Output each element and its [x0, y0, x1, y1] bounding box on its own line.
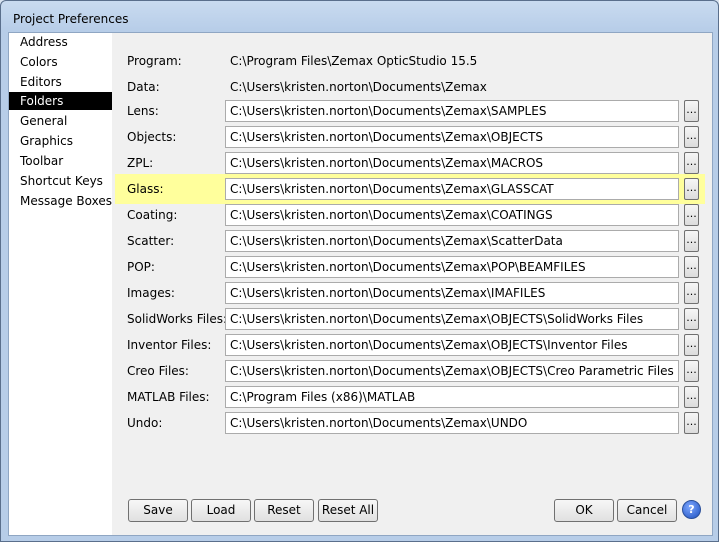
cancel-button[interactable]: Cancel — [617, 499, 677, 522]
creo-files-browse-button[interactable]: ... — [684, 360, 699, 382]
objects-browse-button[interactable]: ... — [684, 126, 699, 148]
zpl-path-field[interactable]: C:\Users\kristen.norton\Documents\Zemax\… — [225, 152, 679, 174]
data-row: Data: C:\Users\kristen.norton\Documents\… — [112, 76, 712, 98]
data-label: Data: — [127, 80, 160, 94]
pop-label: POP: — [127, 260, 155, 274]
help-icon[interactable]: ? — [682, 500, 701, 519]
scatter-row: Scatter: C:\Users\kristen.norton\Document… — [112, 230, 712, 252]
save-button[interactable]: Save — [128, 499, 188, 522]
solidworks-files-row: SolidWorks Files: C:\Users\kristen.norton… — [112, 308, 712, 330]
pop-row: POP: C:\Users\kristen.norton\Documents\Ze… — [112, 256, 712, 278]
glass-label: Glass: — [127, 182, 164, 196]
lens-row: Lens: C:\Users\kristen.norton\Documents\Z… — [112, 100, 712, 122]
images-browse-button[interactable]: ... — [684, 282, 699, 304]
reset-button[interactable]: Reset — [254, 499, 314, 522]
window-title: Project Preferences — [13, 12, 129, 26]
sidebar-item-editors[interactable]: Editors — [9, 73, 112, 91]
undo-path-field[interactable]: C:\Users\kristen.norton\Documents\Zemax\… — [225, 412, 679, 434]
lens-browse-button[interactable]: ... — [684, 100, 699, 122]
program-row: Program: C:\Program Files\Zemax OpticStu… — [112, 50, 712, 72]
dialog-client: Address Colors Editors Folders General G… — [8, 32, 713, 536]
creo-files-label: Creo Files: — [127, 364, 189, 378]
objects-label: Objects: — [127, 130, 177, 144]
sidebar-item-colors[interactable]: Colors — [9, 53, 112, 71]
objects-row: Objects: C:\Users\kristen.norton\Document… — [112, 126, 712, 148]
solidworks-files-label: SolidWorks Files: — [127, 312, 228, 326]
coating-browse-button[interactable]: ... — [684, 204, 699, 226]
creo-files-row: Creo Files: C:\Users\kristen.norton\Docum… — [112, 360, 712, 382]
preferences-window: Project Preferences Address Colors Edito… — [0, 0, 719, 542]
coating-label: Coating: — [127, 208, 178, 222]
objects-path-field[interactable]: C:\Users\kristen.norton\Documents\Zemax\… — [225, 126, 679, 148]
images-path-field[interactable]: C:\Users\kristen.norton\Documents\Zemax\… — [225, 282, 679, 304]
scatter-path-field[interactable]: C:\Users\kristen.norton\Documents\Zemax\… — [225, 230, 679, 252]
creo-files-path-field[interactable]: C:\Users\kristen.norton\Documents\Zemax\… — [225, 360, 679, 382]
coating-row: Coating: C:\Users\kristen.norton\Document… — [112, 204, 712, 226]
data-path: C:\Users\kristen.norton\Documents\Zemax — [230, 80, 487, 94]
zpl-row: ZPL: C:\Users\kristen.norton\Documents\Ze… — [112, 152, 712, 174]
inventor-files-path-field[interactable]: C:\Users\kristen.norton\Documents\Zemax\… — [225, 334, 679, 356]
sidebar-item-toolbar[interactable]: Toolbar — [9, 152, 112, 170]
undo-label: Undo: — [127, 416, 163, 430]
glass-path-field[interactable]: C:\Users\kristen.norton\Documents\Zemax\… — [225, 178, 679, 200]
program-label: Program: — [127, 54, 182, 68]
sidebar-item-address[interactable]: Address — [9, 33, 112, 51]
inventor-files-row: Inventor Files: C:\Users\kristen.norton\D… — [112, 334, 712, 356]
glass-browse-button[interactable]: ... — [684, 178, 699, 200]
images-row: Images: C:\Users\kristen.norton\Documents… — [112, 282, 712, 304]
load-button[interactable]: Load — [191, 499, 251, 522]
pop-browse-button[interactable]: ... — [684, 256, 699, 278]
program-path: C:\Program Files\Zemax OpticStudio 15.5 — [230, 54, 478, 68]
sidebar-item-message-boxes[interactable]: Message Boxes — [9, 192, 112, 210]
folders-panel: Program: C:\Program Files\Zemax OpticStu… — [112, 33, 712, 535]
sidebar-item-folders[interactable]: Folders — [9, 92, 112, 110]
matlab-files-path-field[interactable]: C:\Program Files (x86)\MATLAB — [225, 386, 679, 408]
scatter-label: Scatter: — [127, 234, 175, 248]
sidebar-item-graphics[interactable]: Graphics — [9, 132, 112, 150]
matlab-files-row: MATLAB Files: C:\Program Files (x86)\MATL… — [112, 386, 712, 408]
matlab-files-label: MATLAB Files: — [127, 390, 210, 404]
images-label: Images: — [127, 286, 175, 300]
reset-all-button[interactable]: Reset All — [318, 499, 378, 522]
sidebar-item-shortcut-keys[interactable]: Shortcut Keys — [9, 172, 112, 190]
solidworks-files-browse-button[interactable]: ... — [684, 308, 699, 330]
coating-path-field[interactable]: C:\Users\kristen.norton\Documents\Zemax\… — [225, 204, 679, 226]
zpl-label: ZPL: — [127, 156, 154, 170]
lens-label: Lens: — [127, 104, 159, 118]
ok-button[interactable]: OK — [554, 499, 614, 522]
inventor-files-browse-button[interactable]: ... — [684, 334, 699, 356]
glass-row: Glass: C:\Users\kristen.norton\Documents\… — [112, 178, 712, 200]
pop-path-field[interactable]: C:\Users\kristen.norton\Documents\Zemax\… — [225, 256, 679, 278]
sidebar-item-general[interactable]: General — [9, 112, 112, 130]
sidebar: Address Colors Editors Folders General G… — [9, 33, 112, 535]
undo-browse-button[interactable]: ... — [684, 412, 699, 434]
zpl-browse-button[interactable]: ... — [684, 152, 699, 174]
scatter-browse-button[interactable]: ... — [684, 230, 699, 252]
inventor-files-label: Inventor Files: — [127, 338, 212, 352]
matlab-files-browse-button[interactable]: ... — [684, 386, 699, 408]
undo-row: Undo: C:\Users\kristen.norton\Documents\Z… — [112, 412, 712, 434]
solidworks-files-path-field[interactable]: C:\Users\kristen.norton\Documents\Zemax\… — [225, 308, 679, 330]
lens-path-field[interactable]: C:\Users\kristen.norton\Documents\Zemax\… — [225, 100, 679, 122]
